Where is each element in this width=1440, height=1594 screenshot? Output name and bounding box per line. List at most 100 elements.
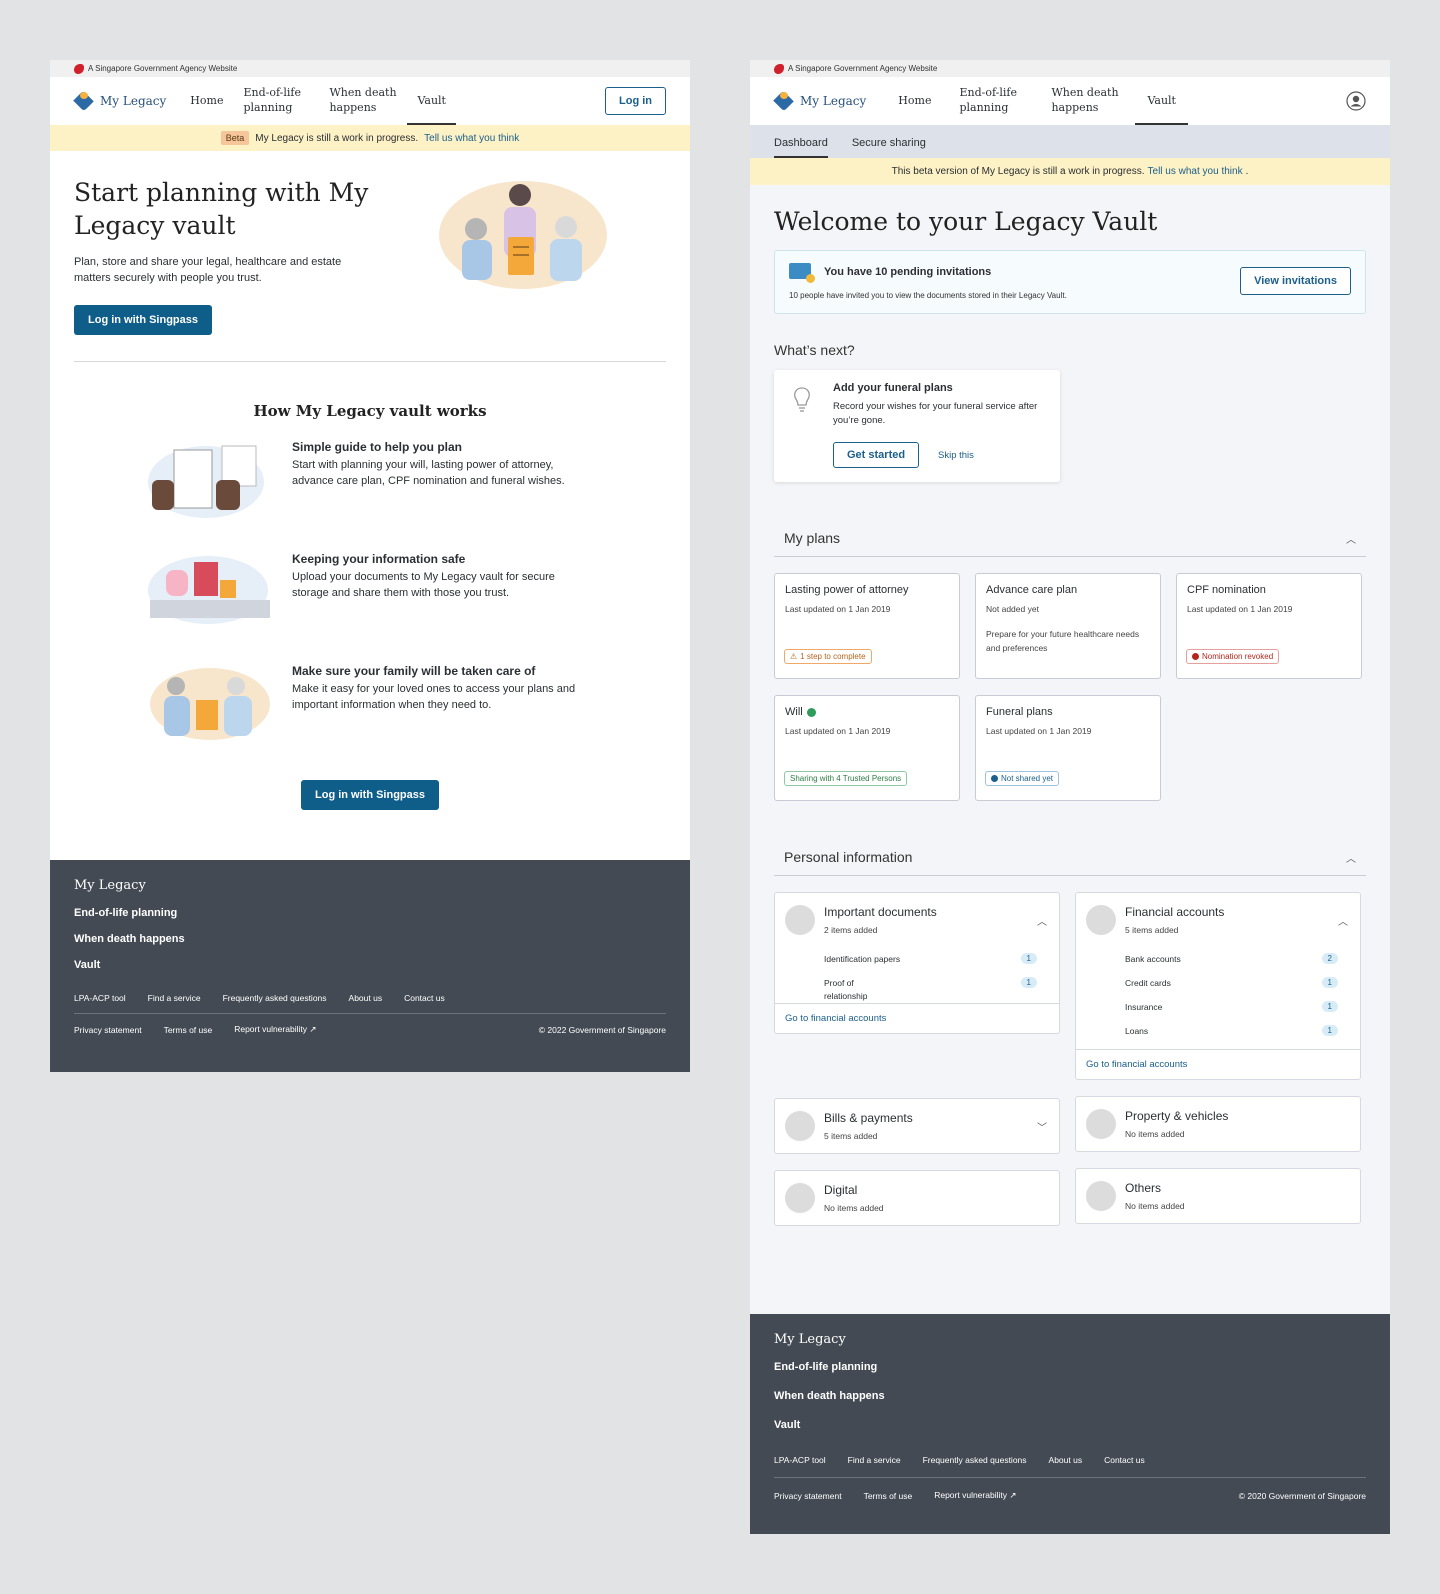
nav-vault[interactable]: Vault	[407, 77, 456, 125]
item-label: Insurance	[1125, 1002, 1163, 1012]
footer-small-link[interactable]: LPA-ACP tool	[74, 993, 126, 1003]
status-text: Not shared yet	[1001, 774, 1054, 783]
feedback-link[interactable]: Tell us what you think	[424, 133, 519, 144]
brand-logo-link[interactable]: My Legacy	[74, 92, 166, 110]
plan-title: CPF nomination	[1187, 584, 1266, 596]
plan-card-acp[interactable]: Advance care plan Not added yet Prepare …	[975, 573, 1161, 679]
view-invitations-button[interactable]: View invitations	[1240, 267, 1351, 295]
personal-info-title: Personal information	[784, 849, 913, 865]
page-title: Welcome to your Legacy Vault	[774, 207, 1158, 236]
status-badge: Not shared yet	[985, 771, 1060, 786]
tab-dashboard[interactable]: Dashboard	[774, 137, 828, 158]
feedback-link[interactable]: Tell us what you think	[1148, 166, 1243, 177]
plan-title-row: Will	[785, 706, 949, 718]
list-item[interactable]: Bank accounts 2	[1125, 953, 1338, 977]
nav-when-death[interactable]: When death happens	[1041, 77, 1135, 125]
list-item[interactable]: Loans 1	[1125, 1025, 1338, 1049]
category-property[interactable]: Property & vehicles No items added	[1075, 1096, 1361, 1152]
report-label: Report vulnerability	[934, 1490, 1007, 1500]
skip-link[interactable]: Skip this	[938, 450, 974, 461]
item-count: 1	[1020, 977, 1037, 988]
footer-link[interactable]: End-of-life planning	[774, 1361, 1366, 1373]
plan-title: Advance care plan	[986, 584, 1078, 596]
category-count: 5 items added	[1125, 925, 1179, 935]
how-item-desc: Upload your documents to My Legacy vault…	[292, 571, 555, 599]
family-illustration	[439, 181, 607, 289]
go-to-link[interactable]: Go to financial accounts	[785, 1013, 886, 1024]
footer-small-link[interactable]: Contact us	[404, 993, 445, 1003]
category-title: Bills & payments	[824, 1110, 913, 1125]
list-item[interactable]: Insurance 1	[1125, 1001, 1338, 1025]
terms-link[interactable]: Terms of use	[864, 1491, 913, 1501]
report-link[interactable]: Report vulnerability ↗	[934, 1490, 1016, 1501]
safe-storage-illustration	[148, 556, 270, 624]
plan-card-cpf[interactable]: CPF nomination Last updated on 1 Jan 201…	[1176, 573, 1362, 679]
plan-title: Lasting power of attorney	[785, 584, 909, 596]
chevron-up-icon: ︿	[1037, 917, 1047, 928]
terms-link[interactable]: Terms of use	[164, 1025, 213, 1035]
singpass-login-button[interactable]: Log in with Singpass	[74, 305, 212, 335]
chevron-up-icon: ︿	[1346, 853, 1356, 865]
footer-link[interactable]: Vault	[74, 959, 666, 971]
login-button[interactable]: Log in	[605, 87, 666, 115]
user-avatar-icon[interactable]	[1346, 91, 1366, 111]
plan-card-funeral[interactable]: Funeral plans Last updated on 1 Jan 2019…	[975, 695, 1161, 801]
nav-end-of-life[interactable]: End-of-life planning	[233, 77, 319, 125]
tab-secure-sharing[interactable]: Secure sharing	[852, 137, 926, 158]
category-others[interactable]: Others No items added	[1075, 1168, 1361, 1224]
category-header[interactable]: Important documents 2 items added ︿	[775, 893, 1059, 947]
brand-logo-link[interactable]: My Legacy	[774, 92, 866, 110]
footer: My Legacy End-of-life planning When deat…	[50, 860, 690, 1072]
personal-info-header[interactable]: Personal information ︿	[774, 849, 1366, 876]
list-item[interactable]: Credit cards 1	[1125, 977, 1338, 1001]
footer-small-link[interactable]: Find a service	[848, 1455, 901, 1465]
privacy-link[interactable]: Privacy statement	[74, 1025, 142, 1035]
footer-small-link[interactable]: About us	[1049, 1455, 1083, 1465]
get-started-button[interactable]: Get started	[833, 442, 920, 468]
footer-small-link[interactable]: LPA-ACP tool	[774, 1455, 826, 1465]
status-text: 1 step to complete	[800, 652, 866, 661]
category-header[interactable]: Bills & payments 5 items added ﹀	[775, 1099, 1059, 1153]
nav-vault[interactable]: Vault	[1135, 77, 1188, 125]
external-link-icon: ↗	[1009, 1490, 1017, 1500]
nav-when-death[interactable]: When death happens	[319, 77, 407, 125]
footer-small-link[interactable]: Frequently asked questions	[923, 1455, 1027, 1465]
category-title: Property & vehicles	[1125, 1109, 1229, 1123]
category-digital[interactable]: Digital No items added	[774, 1169, 1060, 1226]
invitation-title: You have 10 pending invitations	[824, 266, 992, 278]
chevron-down-icon: ﹀	[1037, 1122, 1047, 1134]
list-item[interactable]: Identification papers 1	[824, 953, 1037, 977]
my-plans-header[interactable]: My plans ︿	[774, 530, 1366, 557]
footer-divider	[774, 1477, 1366, 1478]
list-item[interactable]: Proof of relationship 1	[824, 977, 1037, 1003]
how-item-title: Keeping your information safe	[292, 552, 466, 566]
footer-small-link[interactable]: Find a service	[148, 993, 201, 1003]
sub-nav: Dashboard Secure sharing	[750, 125, 1390, 158]
footer-link[interactable]: When death happens	[774, 1390, 1366, 1402]
plan-card-lpa[interactable]: Lasting power of attorney Last updated o…	[774, 573, 960, 679]
report-link[interactable]: Report vulnerability ↗	[234, 1024, 316, 1035]
footer-small-link[interactable]: Frequently asked questions	[223, 993, 327, 1003]
footer-small-link[interactable]: Contact us	[1104, 1455, 1145, 1465]
plan-card-will[interactable]: Will Last updated on 1 Jan 2019 Sharing …	[774, 695, 960, 801]
brand-name: My Legacy	[800, 94, 867, 108]
next-step-card: Add your funeral plans Record your wishe…	[774, 370, 1060, 482]
beta-banner: This beta version of My Legacy is still …	[750, 158, 1390, 185]
next-step-desc: Record your wishes for your funeral serv…	[833, 401, 1038, 427]
footer-link[interactable]: Vault	[774, 1419, 1366, 1431]
item-count: 1	[1321, 1001, 1338, 1012]
nav-home[interactable]: Home	[180, 77, 233, 125]
footer-link[interactable]: When death happens	[74, 933, 666, 945]
singpass-login-button-bottom[interactable]: Log in with Singpass	[301, 780, 439, 810]
item-count: 2	[1321, 953, 1338, 964]
warning-icon: ⚠	[790, 652, 798, 661]
nav-home[interactable]: Home	[880, 77, 949, 125]
nav-end-of-life[interactable]: End-of-life planning	[949, 77, 1041, 125]
footer-link[interactable]: End-of-life planning	[74, 907, 666, 919]
vault-dashboard-mockup: A Singapore Government Agency Website My…	[750, 60, 1390, 1534]
category-header[interactable]: Financial accounts 5 items added ︿	[1076, 893, 1360, 947]
footer-small-link[interactable]: About us	[349, 993, 383, 1003]
privacy-link[interactable]: Privacy statement	[774, 1491, 842, 1501]
brand-name: My Legacy	[100, 94, 167, 108]
go-to-link[interactable]: Go to financial accounts	[1086, 1059, 1187, 1070]
